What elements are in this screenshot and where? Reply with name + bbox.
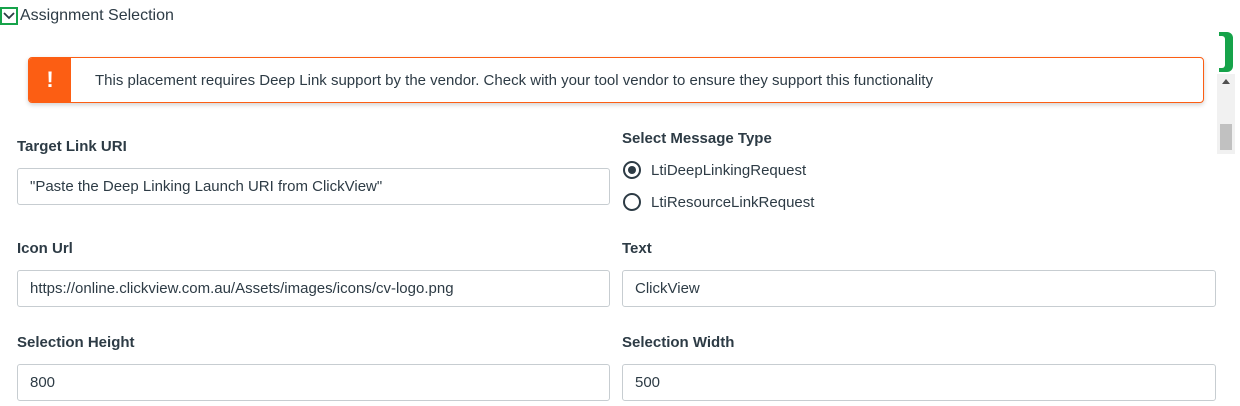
scroll-up-arrow-icon[interactable] [1222,79,1230,84]
text-input[interactable] [622,270,1216,307]
scrollbar[interactable] [1217,74,1235,154]
scrollbar-thumb[interactable] [1220,124,1232,150]
radio-selected-icon[interactable] [623,161,641,179]
section-title: Assignment Selection [20,7,174,24]
selection-width-label: Selection Width [622,334,735,351]
radio-deep-linking-request[interactable]: LtiDeepLinkingRequest [623,161,806,179]
selection-height-label: Selection Height [17,334,135,351]
radio-resource-link-request[interactable]: LtiResourceLinkRequest [623,193,814,211]
text-label: Text [622,240,652,257]
chevron-down-icon[interactable] [0,7,18,25]
icon-url-input[interactable] [17,270,610,307]
radio-label-resource-link: LtiResourceLinkRequest [651,193,815,211]
target-link-uri-input[interactable] [17,168,610,205]
message-type-label: Select Message Type [622,130,772,147]
warning-icon: ! [29,58,71,102]
radio-label-deep-linking: LtiDeepLinkingRequest [651,161,807,179]
side-tab-handle[interactable] [1219,32,1233,72]
alert-message: This placement requires Deep Link suppor… [95,71,933,89]
section-header[interactable]: Assignment Selection [0,4,174,28]
target-link-uri-label: Target Link URI [17,138,127,155]
radio-unselected-icon[interactable] [623,193,641,211]
deep-link-alert: ! This placement requires Deep Link supp… [28,57,1204,103]
selection-height-input[interactable] [17,364,610,401]
selection-width-input[interactable] [622,364,1216,401]
icon-url-label: Icon Url [17,240,73,257]
